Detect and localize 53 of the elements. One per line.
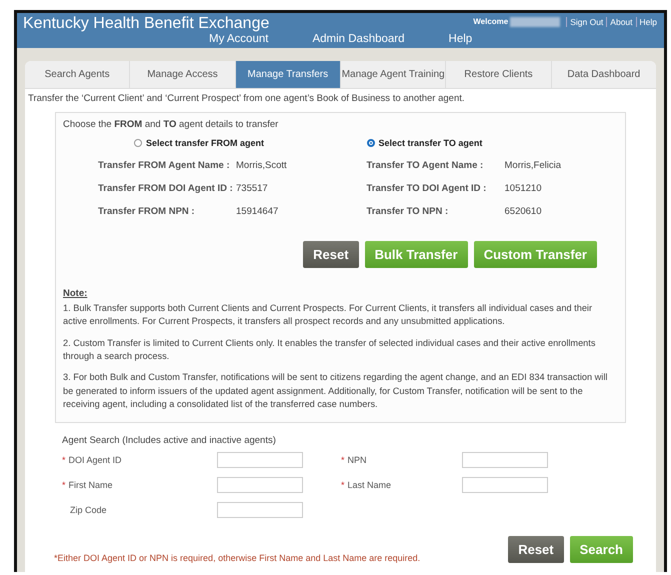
tab[interactable]: Manage Agent Training bbox=[340, 61, 446, 88]
radio-button[interactable] bbox=[366, 139, 374, 147]
reset-button[interactable]: Reset bbox=[508, 536, 564, 564]
field-label: Transfer FROM DOI Agent ID : bbox=[98, 183, 234, 194]
field-label: Transfer TO DOI Agent ID : bbox=[366, 183, 488, 194]
field-label: * First Name bbox=[62, 480, 114, 490]
field-value: 6520610 bbox=[504, 206, 542, 217]
field-value: 15914647 bbox=[236, 206, 278, 217]
note-text: 3. For both Bulk and Custom Transfer, notifications will be sent to citizens regarding the agent change, and an EDI 834 transaction will be generated to inform issuers of the updated agent assignment. Additionally, for Custom Transfer, notification will be sent to the receiving agent, including a consolidated list of the transferred case numbers. bbox=[63, 371, 608, 412]
section-heading: Agent Search (Includes active and inactive agents) bbox=[62, 435, 277, 446]
note-title: Note: bbox=[63, 288, 88, 299]
nav-link[interactable]: Help bbox=[448, 32, 472, 46]
header-link[interactable]: Sign Out bbox=[566, 17, 606, 27]
radio-label[interactable]: Select transfer FROM agent bbox=[146, 138, 264, 148]
action-button[interactable]: Custom Transfer bbox=[474, 241, 597, 268]
welcome-text: Welcome bbox=[473, 17, 508, 26]
intro-text: Transfer the ‘Current Client’ and ‘Current Prospect’ from one agent’s Book of Business to another agent. bbox=[27, 92, 466, 106]
field-value: 1051210 bbox=[504, 183, 542, 194]
note-text: 1. Bulk Transfer supports both Current Clients and Current Prospects. For Current Clients, it transfers all individual cases and their active enrollments. For Current Prospects, it transfers all prospect records and any unsubmitted applications. bbox=[63, 302, 594, 328]
field-label: Transfer FROM NPN : bbox=[98, 206, 196, 217]
input-field[interactable] bbox=[462, 477, 548, 494]
radio-label[interactable]: Select transfer TO agent bbox=[378, 138, 482, 148]
field-label: * Last Name bbox=[341, 480, 392, 490]
field-label: * NPN bbox=[341, 455, 368, 466]
tab[interactable]: Data Dashboard bbox=[552, 61, 656, 88]
site-title: Kentucky Health Benefit Exchange bbox=[23, 14, 270, 32]
note-text: 2. Custom Transfer is limited to Current Clients only. It enables the transfer of selected individual cases and their active enrollments through a search process. bbox=[63, 336, 596, 364]
field-value: Morris,Scott bbox=[236, 160, 287, 171]
redacted-name bbox=[510, 17, 560, 27]
input-field[interactable] bbox=[462, 452, 548, 468]
field-label: Transfer TO Agent Name : bbox=[366, 160, 484, 171]
field-label: Transfer FROM Agent Name : bbox=[98, 160, 231, 171]
field-label: Zip Code bbox=[69, 505, 108, 516]
nav-link[interactable]: My Account bbox=[209, 32, 268, 46]
input-field[interactable] bbox=[217, 477, 303, 494]
tab[interactable]: Manage Transfers bbox=[236, 61, 341, 88]
field-label: * DOI Agent ID bbox=[62, 455, 123, 466]
radio-button[interactable] bbox=[134, 139, 142, 147]
tab[interactable]: Restore Clients bbox=[446, 61, 552, 88]
tab[interactable]: Search Agents bbox=[25, 61, 130, 88]
section-heading: Choose the FROM and TO agent details to transfer bbox=[63, 119, 280, 130]
field-label: Transfer TO NPN : bbox=[366, 206, 450, 217]
hint-text: *Either DOI Agent ID or NPN is required, otherwise First Name and Last Name are required. bbox=[54, 553, 420, 564]
reset-button[interactable]: Reset bbox=[303, 241, 359, 268]
field-value: 735517 bbox=[236, 183, 268, 194]
action-button[interactable]: Bulk Transfer bbox=[364, 241, 468, 268]
input-field[interactable] bbox=[217, 452, 303, 468]
header-link[interactable]: About bbox=[606, 17, 636, 27]
input-field[interactable] bbox=[217, 502, 303, 518]
action-button[interactable]: Search bbox=[570, 536, 633, 564]
field-value: Morris,Felicia bbox=[504, 160, 561, 171]
header-link[interactable]: Help bbox=[636, 17, 660, 27]
nav-link[interactable]: Admin Dashboard bbox=[312, 32, 405, 46]
